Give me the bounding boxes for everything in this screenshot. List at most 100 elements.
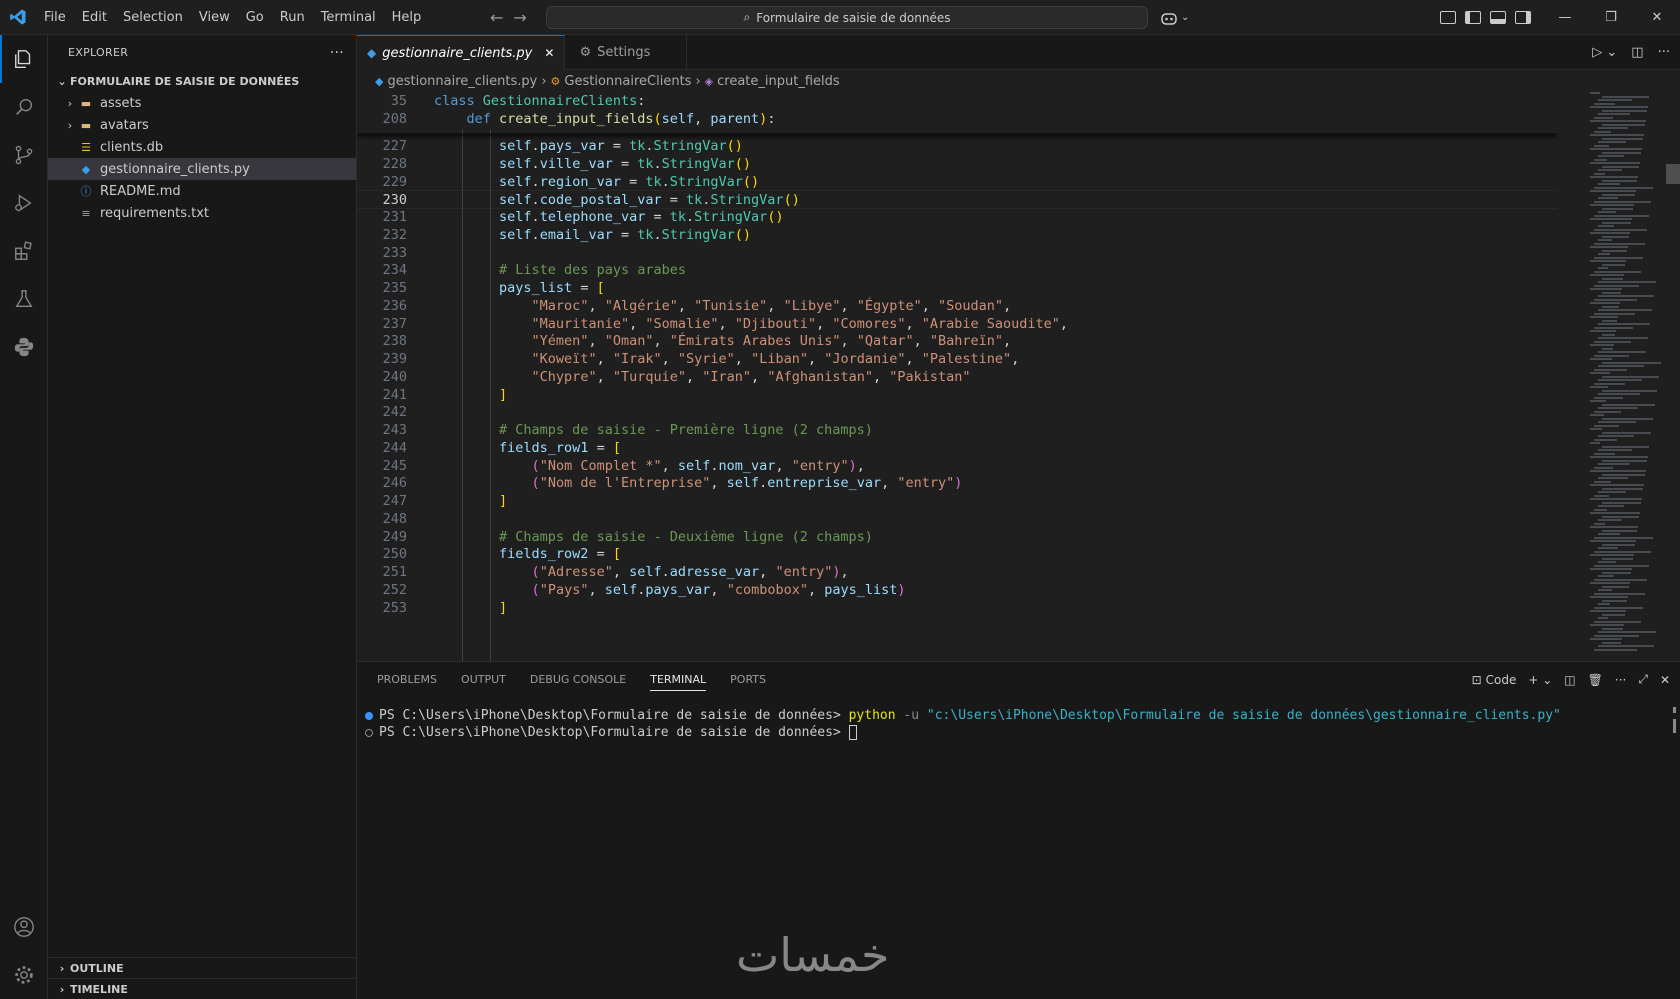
layout-controls: [1440, 0, 1531, 35]
toggle-secondary-sidebar-icon[interactable]: [1515, 11, 1531, 24]
minimap-line: [1598, 519, 1622, 521]
minimap-line: [1590, 428, 1602, 430]
menu-item-file[interactable]: File: [36, 0, 74, 35]
code-line: 243 # Champs de saisie - Première ligne …: [357, 421, 1557, 440]
tab-gestionnaire-clients[interactable]: ◆ gestionnaire_clients.py ✕: [357, 35, 566, 70]
timeline-label: TIMELINE: [70, 983, 128, 996]
panel-tab-ports[interactable]: PORTS: [718, 662, 778, 697]
minimize-icon[interactable]: —: [1542, 0, 1588, 35]
close-panel-icon[interactable]: ✕: [1660, 673, 1670, 687]
trash-icon[interactable]: 🗑: [1588, 673, 1603, 687]
code-line: 35 class GestionnaireClients:: [357, 92, 1557, 111]
line-number: 240: [382, 368, 407, 385]
code-token: # Champs de saisie - Première ligne (2 c…: [499, 422, 873, 438]
more-actions-icon[interactable]: ···: [1615, 673, 1626, 687]
line-number: 247: [382, 493, 407, 509]
code-token: "Égypte": [856, 297, 922, 314]
menu-item-view[interactable]: View: [191, 0, 238, 35]
more-actions-icon[interactable]: ···: [1658, 45, 1670, 60]
tree-item[interactable]: ☰ clients.db: [48, 136, 356, 158]
code-line: 245 ("Nom Complet *", self.nom_var, "ent…: [357, 457, 1557, 476]
code-line: 232 self.email_var = tk.StringVar(): [357, 226, 1557, 245]
terminal[interactable]: PS C:\Users\iPhone\Desktop\Formulaire de…: [357, 707, 1667, 741]
menu-item-selection[interactable]: Selection: [115, 0, 191, 35]
title-bar: File Edit Selection View Go Run Terminal Help ←…: [0, 0, 1680, 35]
toggle-panel-icon[interactable]: [1490, 11, 1506, 24]
code-editor[interactable]: 35 class GestionnaireClients: 208 def crea…: [357, 92, 1557, 661]
split-editor-icon[interactable]: ◫: [1631, 45, 1643, 60]
scrollbar-thumb[interactable]: [1666, 164, 1680, 184]
menu-item-run[interactable]: Run: [272, 0, 313, 35]
minimap-line: [1590, 190, 1636, 192]
code-token: pays_list: [499, 280, 573, 296]
run-debug-icon[interactable]: [0, 179, 48, 227]
code-token: "Qatar": [856, 333, 914, 350]
maximize-panel-icon[interactable]: ⤢: [1638, 672, 1648, 687]
menu-item-edit[interactable]: Edit: [74, 0, 115, 35]
menu-item-help[interactable]: Help: [384, 0, 430, 35]
explorer-icon[interactable]: [0, 35, 48, 83]
breadcrumb-file[interactable]: gestionnaire_clients.py: [387, 74, 537, 89]
code-token: email_var: [539, 226, 613, 243]
command-center-search[interactable]: ⌕ Formulaire de saisie de données: [546, 6, 1148, 29]
workspace-folder[interactable]: ⌄ FORMULAIRE DE SAISIE DE DONNÉES: [48, 70, 356, 92]
tree-item[interactable]: ⓘ README.md: [48, 180, 356, 202]
outline-section[interactable]: › OUTLINE: [48, 957, 357, 979]
code-token: StringVar: [661, 226, 735, 243]
search-icon[interactable]: [0, 83, 48, 131]
tab-settings[interactable]: ⚙ Settings: [565, 35, 688, 70]
breadcrumb-class[interactable]: GestionnaireClients: [564, 74, 691, 89]
restore-icon[interactable]: ❐: [1588, 0, 1634, 35]
code-token: .: [531, 209, 540, 225]
close-icon[interactable]: ✕: [544, 46, 554, 60]
gear-icon[interactable]: [0, 951, 48, 999]
minimap-line: [1590, 134, 1644, 136]
editor-scrollbar[interactable]: [1666, 92, 1680, 661]
minimap-line: [1594, 158, 1607, 161]
source-control-icon[interactable]: [0, 131, 48, 179]
terminal-scrollbar[interactable]: [1666, 707, 1680, 737]
terminal-shell-label[interactable]: Code: [1486, 673, 1517, 687]
panel-tab-terminal[interactable]: TERMINAL: [638, 662, 718, 697]
code-token: "Oman": [604, 333, 654, 350]
customize-layout-icon[interactable]: [1440, 11, 1456, 24]
explorer-header: EXPLORER ···: [48, 35, 356, 70]
timeline-section[interactable]: › TIMELINE: [48, 978, 357, 999]
more-actions-icon[interactable]: ···: [330, 45, 344, 61]
minimap[interactable]: [1586, 92, 1666, 661]
tree-item[interactable]: ◆ gestionnaire_clients.py: [48, 158, 356, 180]
python-icon[interactable]: [0, 323, 48, 371]
back-arrow-icon[interactable]: ←: [490, 8, 503, 27]
menu-item-go[interactable]: Go: [238, 0, 272, 35]
tree-item[interactable]: ≡ requirements.txt: [48, 202, 356, 224]
panel-tab-debug-console[interactable]: DEBUG CONSOLE: [518, 662, 638, 697]
forward-arrow-icon[interactable]: →: [513, 8, 526, 27]
minimap-line: [1594, 648, 1637, 651]
panel-tab-problems[interactable]: PROBLEMS: [365, 662, 449, 697]
menu-item-terminal[interactable]: Terminal: [313, 0, 384, 35]
minimap-line: [1594, 410, 1621, 413]
line-number: 235: [382, 280, 407, 296]
code-token: ,: [629, 315, 646, 332]
minimap-line: [1594, 200, 1651, 203]
breadcrumb-method[interactable]: create_input_fields: [717, 74, 840, 89]
minimap-line: [1594, 634, 1639, 637]
split-terminal-icon[interactable]: ◫: [1564, 673, 1575, 687]
tree-item[interactable]: › ▬ avatars: [48, 114, 356, 136]
minimap-line: [1590, 316, 1618, 318]
terminal-line: PS C:\Users\iPhone\Desktop\Formulaire de…: [357, 707, 1667, 724]
copilot-icon[interactable]: ⌄: [1160, 0, 1189, 35]
code-line: 208 def create_input_fields(self, parent…: [357, 110, 1557, 129]
close-icon[interactable]: ✕: [1634, 0, 1680, 35]
tree-item[interactable]: › ▬ assets: [48, 92, 356, 114]
accounts-icon[interactable]: [0, 903, 48, 951]
new-terminal-icon[interactable]: + ⌄: [1528, 673, 1552, 687]
testing-flask-icon[interactable]: [0, 275, 48, 323]
run-python-file-icon[interactable]: ▷ ⌄: [1592, 45, 1617, 60]
toggle-primary-sidebar-icon[interactable]: [1465, 11, 1481, 24]
extensions-icon[interactable]: [0, 227, 48, 275]
panel-tab-output[interactable]: OUTPUT: [449, 662, 518, 697]
minimap-line: [1598, 113, 1630, 115]
minimap-line: [1598, 267, 1608, 269]
minimap-line: [1590, 442, 1600, 444]
